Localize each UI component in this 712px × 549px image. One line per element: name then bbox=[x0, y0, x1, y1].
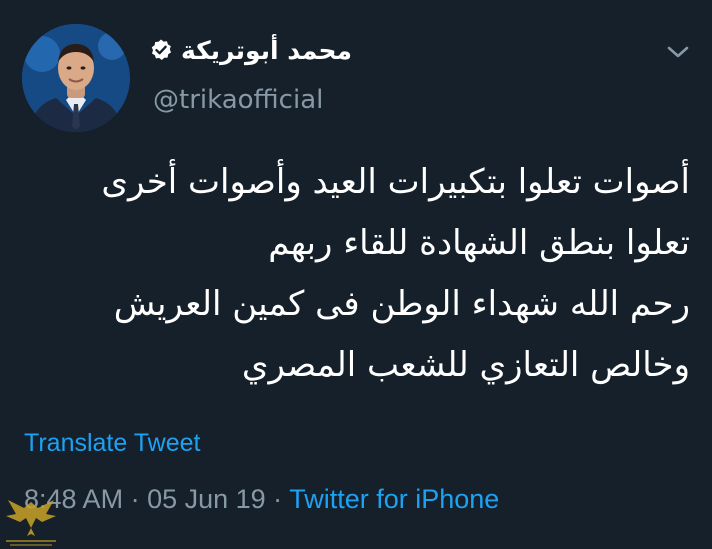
tweet-card: محمد أبوتريكة @trikaofficial أصوات تعلوا… bbox=[0, 0, 712, 549]
tweet-line: وخالص التعازي للشعب المصري bbox=[241, 345, 690, 385]
translate-tweet-link[interactable]: Translate Tweet bbox=[24, 429, 200, 458]
user-display-name[interactable]: محمد أبوتريكة bbox=[181, 36, 352, 65]
meta-separator: · bbox=[123, 484, 148, 514]
avatar[interactable] bbox=[22, 24, 130, 132]
chevron-down-icon[interactable] bbox=[664, 42, 692, 62]
tweet-metadata: 8:48 AM · 05 Jun 19 · Twitter for iPhone bbox=[24, 484, 499, 515]
avatar-photo bbox=[22, 24, 130, 132]
tweet-line: رحم الله شهداء الوطن فى كمين العريش bbox=[113, 284, 690, 324]
golden-eagle-logo bbox=[0, 488, 62, 549]
meta-separator: · bbox=[265, 484, 290, 514]
user-name-row[interactable]: محمد أبوتريكة bbox=[149, 30, 352, 70]
verified-badge-icon bbox=[149, 38, 173, 62]
user-handle[interactable]: @trikaofficial bbox=[153, 85, 323, 115]
tweet-text: أصوات تعلوا بتكبيرات العيد وأصوات أخرى ت… bbox=[30, 152, 690, 396]
tweet-line: أصوات تعلوا بتكبيرات العيد وأصوات أخرى bbox=[101, 162, 690, 202]
tweet-date[interactable]: 05 Jun 19 bbox=[147, 484, 266, 514]
tweet-line: تعلوا بنطق الشهادة للقاء ربهم bbox=[268, 223, 690, 263]
tweet-source-link[interactable]: Twitter for iPhone bbox=[289, 484, 499, 514]
